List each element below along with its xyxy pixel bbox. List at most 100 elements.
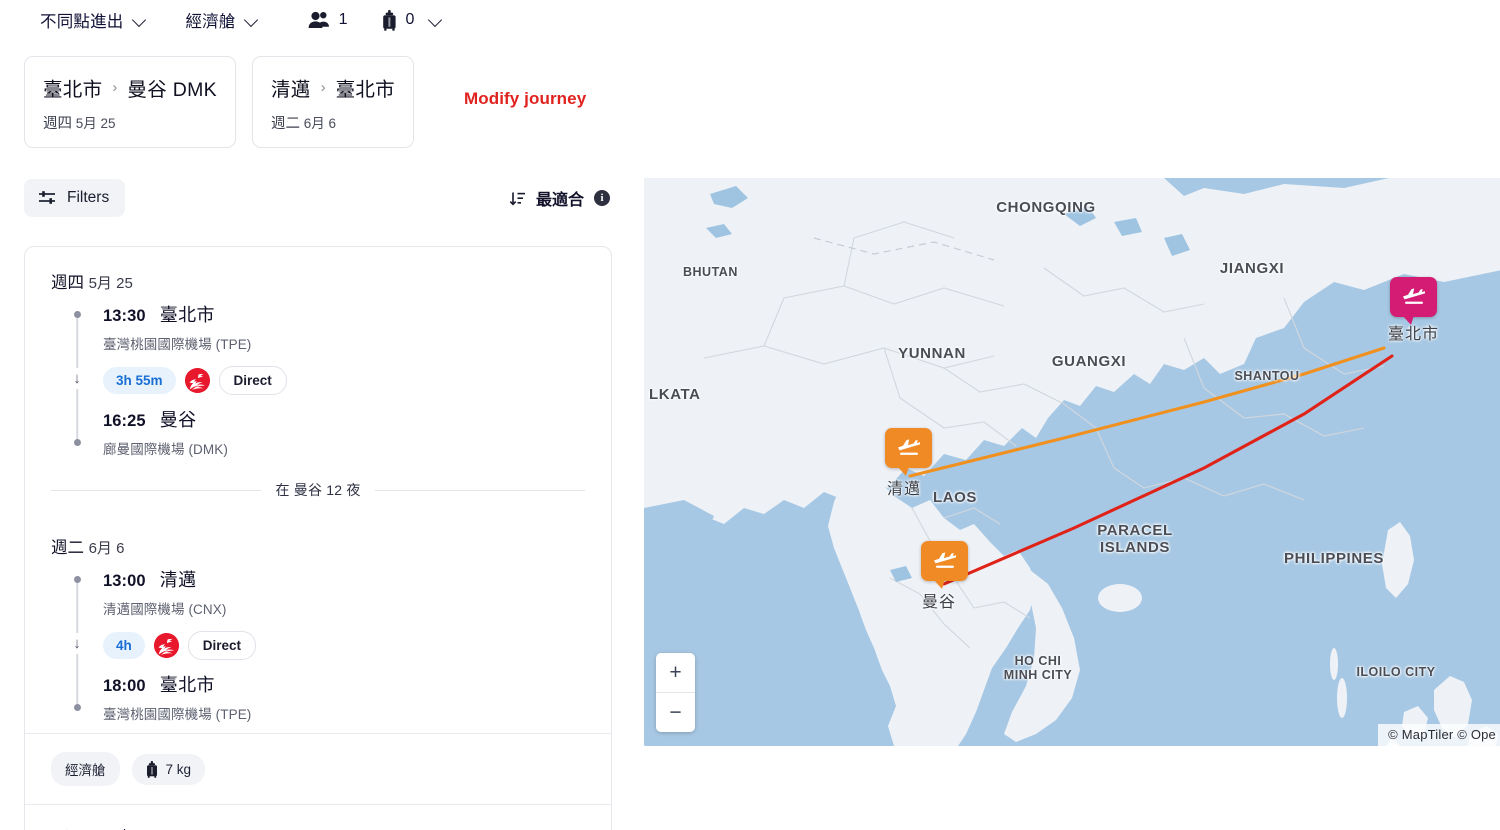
outbound-dow: 週四	[43, 116, 72, 132]
route-map[interactable]: CHONGQING JIANGXI BHUTAN YUNNAN GUANGXI …	[644, 178, 1500, 746]
cabin-class-label: 經濟艙	[185, 13, 236, 31]
inbound-leg-date: 週二 6月 6	[51, 534, 585, 558]
map-attribution[interactable]: © MapTiler © Ope	[1378, 724, 1500, 746]
outbound-flight-meta: 3h 55m Direct	[103, 355, 585, 406]
route-arrow-icon: ›	[320, 79, 326, 96]
outbound-date-line: 週四 5月 25	[43, 112, 217, 133]
outbound-route-line: 臺北市 › 曼谷 DMK	[43, 73, 217, 102]
journey-summary-row: 臺北市 › 曼谷 DMK 週四 5月 25 清邁 › 臺北市 週二 6月 6 M…	[0, 40, 1500, 148]
inbound-depart-city: 清邁	[159, 570, 197, 590]
outbound-arrive-airport: 廊曼國際機場 (DMK)	[103, 442, 228, 457]
outbound-leg-date: 週四 5月 25	[51, 269, 585, 293]
chevron-down-icon	[245, 14, 258, 27]
passengers-count: 1	[338, 11, 348, 28]
inbound-leg-dow: 週二	[51, 539, 84, 557]
sort-control[interactable]: 最適合 i	[509, 186, 612, 210]
depart-dot	[73, 311, 81, 318]
inbound-arrive-time: 18:00	[103, 677, 146, 695]
inbound-arrive-city: 臺北市	[159, 675, 215, 695]
modify-journey-button[interactable]: Modify journey	[464, 89, 586, 109]
outbound-destination: 曼谷 DMK	[127, 79, 217, 101]
baggage-allowance-label: 7 kg	[165, 761, 192, 777]
plane-takeoff-icon	[933, 552, 956, 568]
airasia-logo-icon	[184, 368, 210, 393]
inbound-dow: 週二	[270, 116, 300, 132]
timeline-rail: ↓	[67, 566, 87, 725]
filters-label: Filters	[67, 189, 110, 206]
cabin-class-chip: 經濟艙	[51, 752, 120, 786]
bangkok-marker[interactable]	[921, 541, 968, 589]
fare-attributes-row: 經濟艙 7 kg	[25, 734, 611, 804]
inbound-duration-chip: 4h	[103, 632, 145, 659]
chevron-down-icon	[133, 14, 146, 27]
inbound-origin: 清邁	[270, 79, 311, 101]
outbound-arrival: 16:25 曼谷 廊曼國際機場 (DMK)	[103, 406, 585, 458]
passengers-icon	[308, 11, 330, 29]
map-zoom-controls: + −	[656, 653, 695, 732]
inbound-arrival: 18:00 臺北市 臺灣桃園國際機場 (TPE)	[103, 671, 585, 723]
plane-takeoff-icon	[897, 439, 920, 455]
bags-selector[interactable]: 0	[380, 6, 445, 35]
inbound-stops-chip: Direct	[187, 631, 257, 660]
outbound-depart-city: 臺北市	[159, 305, 215, 325]
outbound-leg-dow: 週四	[51, 274, 84, 292]
filters-button[interactable]: Filters	[24, 179, 126, 217]
passengers-selector[interactable]: 1	[306, 7, 350, 33]
inbound-arrive-airport: 臺灣桃園國際機場 (TPE)	[103, 707, 252, 722]
outbound-arrive-time: 16:25	[103, 412, 146, 430]
outbound-date: 5月 25	[75, 116, 116, 131]
airasia-logo-icon	[153, 633, 179, 658]
depart-dot	[73, 576, 81, 583]
bags-count: 0	[405, 11, 415, 28]
trip-type-label: 不同點進出	[40, 13, 124, 31]
baggage-chip: 7 kg	[131, 753, 206, 785]
arrive-dot	[73, 439, 81, 446]
sort-icon	[509, 190, 526, 207]
price-row: NT$6,264	[25, 805, 611, 830]
outbound-depart-airport: 臺灣桃園國際機場 (TPE)	[103, 337, 252, 352]
cabin-class-selector[interactable]: 經濟艙	[184, 4, 260, 36]
plane-takeoff-icon	[1402, 288, 1425, 304]
divider-line-right	[374, 489, 586, 491]
results-toolbar: Filters 最適合 i	[24, 178, 614, 218]
arrive-dot	[73, 704, 81, 711]
itinerary-card[interactable]: 週四 5月 25 ↓ 13:30 臺北市 臺灣桃園國際機場 (TPE) 3h 5…	[24, 246, 612, 830]
inbound-route-line: 清邁 › 臺北市	[271, 73, 395, 102]
sliders-icon	[38, 190, 57, 206]
main-content: Filters 最適合 i 週四 5月 25 ↓ 13:30 臺北市 臺灣桃園國…	[0, 178, 1500, 830]
outbound-duration-chip: 3h 55m	[103, 367, 176, 394]
outbound-journey-card[interactable]: 臺北市 › 曼谷 DMK 週四 5月 25	[24, 56, 236, 148]
outbound-leg-datenum: 5月 25	[88, 275, 133, 292]
zoom-out-button[interactable]: −	[656, 693, 695, 732]
layover-divider: 在 曼谷 12 夜	[25, 468, 611, 512]
chiangmai-marker[interactable]	[885, 428, 932, 476]
inbound-depart-time: 13:00	[103, 572, 146, 590]
outbound-stops-chip: Direct	[218, 366, 287, 395]
taipei-marker[interactable]	[1390, 277, 1437, 325]
inbound-date: 6月 6	[303, 116, 337, 131]
trip-type-selector[interactable]: 不同點進出	[38, 4, 148, 36]
outbound-departure: 13:30 臺北市 臺灣桃園國際機場 (TPE)	[103, 301, 585, 353]
outbound-segments: 13:30 臺北市 臺灣桃園國際機場 (TPE) 3h 55m Direct 1…	[87, 301, 585, 460]
cabin-class-chip-label: 經濟艙	[65, 763, 106, 778]
outbound-depart-time: 13:30	[103, 307, 146, 325]
inbound-depart-airport: 清邁國際機場 (CNX)	[103, 602, 227, 617]
suitcase-icon	[146, 760, 158, 778]
search-control-bar: 不同點進出 經濟艙 1 0	[0, 0, 1500, 40]
divider-line-left	[51, 489, 262, 491]
arrow-down-icon: ↓	[73, 633, 81, 654]
chevron-down-icon	[429, 14, 442, 27]
outbound-arrive-city: 曼谷	[159, 410, 197, 430]
inbound-destination: 臺北市	[335, 79, 395, 101]
zoom-in-button[interactable]: +	[656, 653, 695, 692]
inbound-journey-card[interactable]: 清邁 › 臺北市 週二 6月 6	[251, 56, 414, 148]
timeline-rail: ↓	[67, 301, 87, 460]
inbound-segments: 13:00 清邁 清邁國際機場 (CNX) 4h Direct 18:00 臺北…	[87, 566, 585, 725]
map-canvas	[644, 178, 1500, 746]
inbound-timeline: ↓ 13:00 清邁 清邁國際機場 (CNX) 4h Direct 18:00 …	[51, 566, 585, 725]
info-icon[interactable]: i	[594, 190, 610, 206]
inbound-departure: 13:00 清邁 清邁國際機場 (CNX)	[103, 566, 585, 618]
outbound-leg: 週四 5月 25 ↓ 13:30 臺北市 臺灣桃園國際機場 (TPE) 3h 5…	[25, 247, 611, 468]
inbound-date-line: 週二 6月 6	[271, 112, 395, 133]
inbound-leg: 週二 6月 6 ↓ 13:00 清邁 清邁國際機場 (CNX) 4h Direc…	[25, 512, 611, 733]
